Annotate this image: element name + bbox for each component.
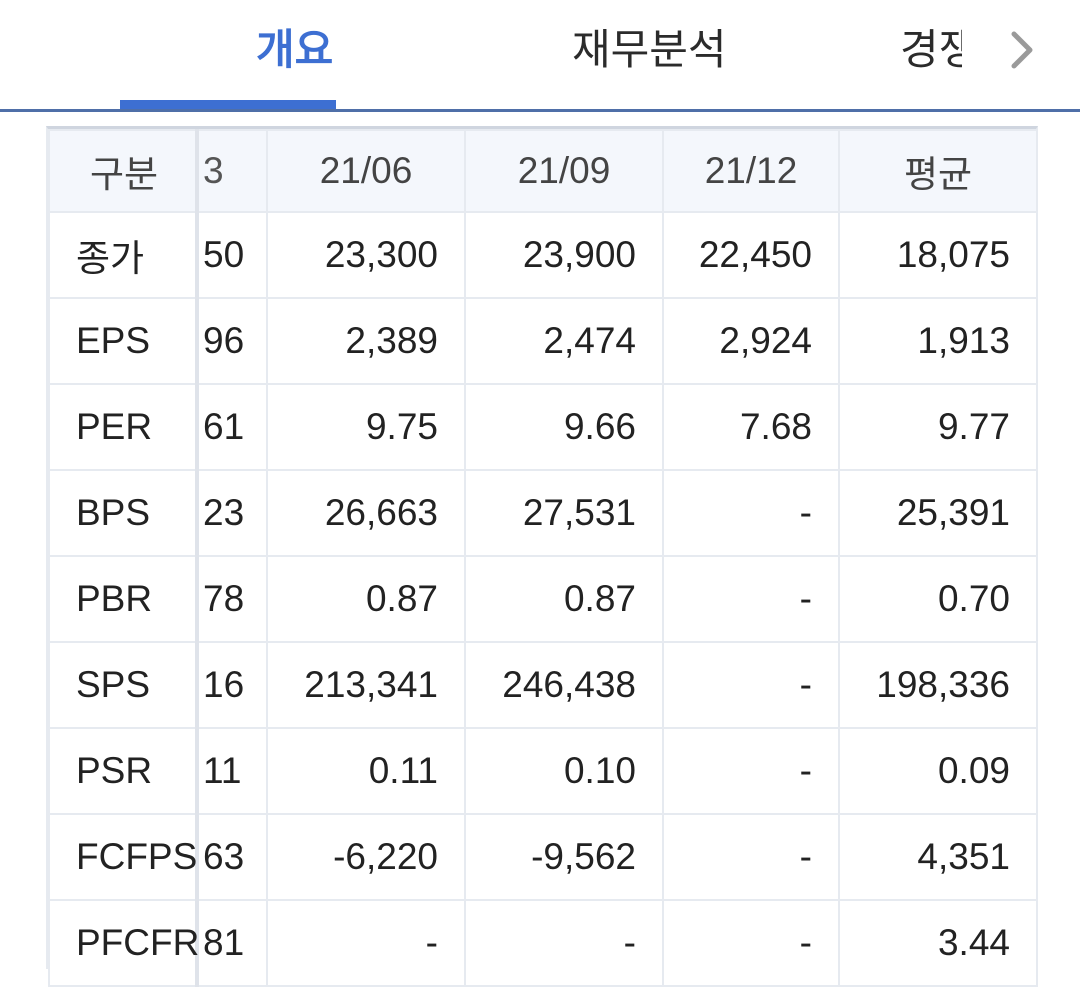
cell-2112: - <box>662 469 840 557</box>
valuation-table: 구분 3 21/06 21/09 21/12 평균 종가 50 23,300 23,9… <box>48 129 1038 987</box>
cell-2109: 27,531 <box>464 469 664 557</box>
header-average: 평균 <box>838 129 1038 213</box>
cell-2109: 23,900 <box>464 211 664 299</box>
table-row: BPS 23 26,663 27,531-25,391 <box>48 469 1038 557</box>
tab-competitor-clip: 경쟁사비교 <box>900 20 962 80</box>
tab-bar: 개요 재무분석 경쟁사비교 <box>0 0 1080 112</box>
cell-2106: -6,220 <box>266 813 466 901</box>
cell-2109: 0.87 <box>464 555 664 643</box>
row-label: 종가 <box>48 211 198 299</box>
cell-2106: 0.11 <box>266 727 466 815</box>
cell-2106: 9.75 <box>266 383 466 471</box>
cell-partial-period: 81 <box>195 899 268 987</box>
cell-2112: 22,450 <box>662 211 840 299</box>
cell-average: 4,351 <box>838 813 1038 901</box>
cell-partial-period: 11 <box>195 727 268 815</box>
cell-2106: 2,389 <box>266 297 466 385</box>
cell-2106: 26,663 <box>266 469 466 557</box>
table-row: PFCFR 81- - -3.44 <box>48 899 1038 987</box>
table-row: FCFPS 63 -6,220 -9,562-4,351 <box>48 813 1038 901</box>
cell-average: 0.70 <box>838 555 1038 643</box>
cell-partial-period: 96 <box>195 297 268 385</box>
cell-2112: - <box>662 727 840 815</box>
cell-2109: - <box>464 899 664 987</box>
row-label: BPS <box>48 469 198 557</box>
cell-partial-period: 63 <box>195 813 268 901</box>
table-header-row: 구분 3 21/06 21/09 21/12 평균 <box>48 129 1038 213</box>
cell-2106: 23,300 <box>266 211 466 299</box>
cell-2112: 2,924 <box>662 297 840 385</box>
cell-average: 18,075 <box>838 211 1038 299</box>
row-label: PSR <box>48 727 198 815</box>
header-period-2106: 21/06 <box>266 129 466 213</box>
cell-partial-period: 23 <box>195 469 268 557</box>
tabs-next-button[interactable] <box>998 20 1046 80</box>
tab-overview[interactable]: 개요 <box>256 20 333 80</box>
header-category: 구분 <box>48 129 198 213</box>
tab-competitor-comparison[interactable]: 경쟁사비교 <box>900 20 962 80</box>
table-row: SPS 16 213,341 246,438-198,336 <box>48 641 1038 729</box>
cell-average: 25,391 <box>838 469 1038 557</box>
tab-bar-divider <box>0 109 1080 112</box>
cell-partial-period: 16 <box>195 641 268 729</box>
table-row: PBR 78 0.87 0.87-0.70 <box>48 555 1038 643</box>
row-label: PBR <box>48 555 198 643</box>
cell-2109: 2,474 <box>464 297 664 385</box>
cell-2109: 0.10 <box>464 727 664 815</box>
cell-2109: -9,562 <box>464 813 664 901</box>
cell-2106: - <box>266 899 466 987</box>
row-label: SPS <box>48 641 198 729</box>
cell-2109: 246,438 <box>464 641 664 729</box>
header-partial-period: 3 <box>195 129 268 213</box>
cell-2112: - <box>662 641 840 729</box>
header-period-2109: 21/09 <box>464 129 664 213</box>
cell-2112: - <box>662 813 840 901</box>
cell-partial-period: 78 <box>195 555 268 643</box>
cell-2106: 0.87 <box>266 555 466 643</box>
row-label: EPS <box>48 297 198 385</box>
cell-partial-period: 50 <box>195 211 268 299</box>
valuation-table-container[interactable]: 구분 3 21/06 21/09 21/12 평균 종가 50 23,300 23,9… <box>46 126 1038 987</box>
cell-2112: 7.68 <box>662 383 840 471</box>
cell-2109: 9.66 <box>464 383 664 471</box>
cell-average: 1,913 <box>838 297 1038 385</box>
table-row: EPS 96 2,389 2,474 2,924 1,913 <box>48 297 1038 385</box>
cell-average: 0.09 <box>838 727 1038 815</box>
row-label: PFCFR <box>48 899 199 987</box>
cell-2112: - <box>662 899 840 987</box>
cell-average: 3.44 <box>838 899 1038 987</box>
chevron-right-icon <box>1011 31 1033 69</box>
tab-financial-analysis[interactable]: 재무분석 <box>572 20 727 80</box>
cell-2112: - <box>662 555 840 643</box>
table-row: 종가 50 23,300 23,900 22,450 18,075 <box>48 211 1038 299</box>
cell-partial-period: 61 <box>195 383 268 471</box>
cell-average: 9.77 <box>838 383 1038 471</box>
table-row: PSR 11 0.11 0.10-0.09 <box>48 727 1038 815</box>
row-label: FCFPS <box>48 813 198 901</box>
cell-2106: 213,341 <box>266 641 466 729</box>
row-label: PER <box>48 383 198 471</box>
header-period-2112: 21/12 <box>662 129 840 213</box>
table-row: PER 61 9.75 9.66 7.68 9.77 <box>48 383 1038 471</box>
cell-average: 198,336 <box>838 641 1038 729</box>
